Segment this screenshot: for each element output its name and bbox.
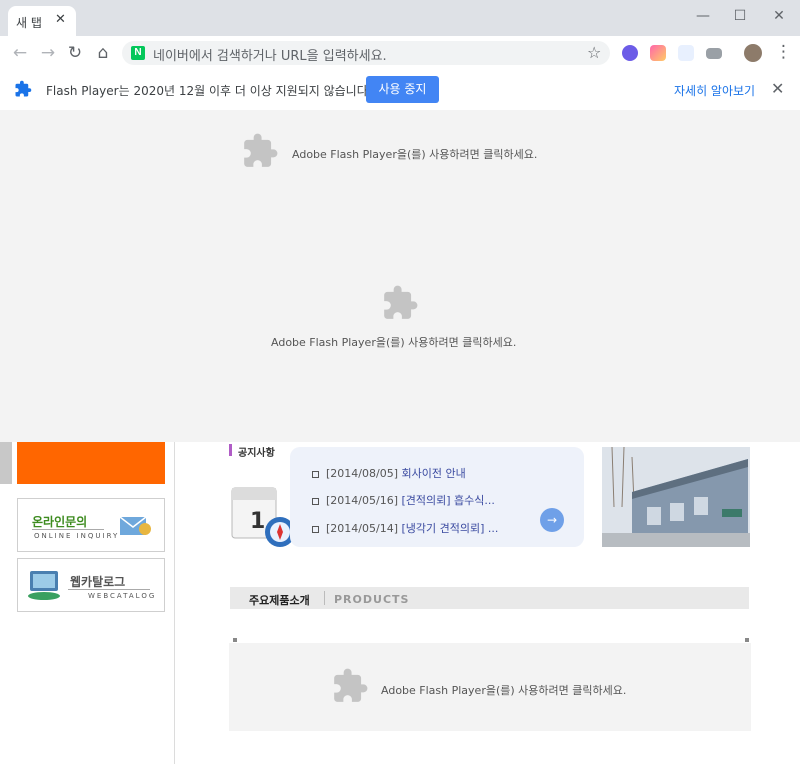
webcatalog-subtitle: WEBCATALOG <box>88 592 157 600</box>
notice-more-arrow-icon[interactable]: → <box>540 508 564 532</box>
divider <box>68 589 150 590</box>
left-gray-strip <box>0 442 12 484</box>
online-inquiry-title: 온라인문의 <box>32 515 88 529</box>
flash-message[interactable]: Adobe Flash Player을(를) 사용하려면 클릭하세요. <box>381 682 626 698</box>
notice-date: [2014/05/14] <box>326 522 398 535</box>
back-icon[interactable]: ← <box>9 42 31 64</box>
webcatalog-title: 웹카탈로그 <box>70 575 126 589</box>
calendar-digit: 1 <box>250 509 265 534</box>
notice-text[interactable]: 회사이전 안내 <box>401 467 465 480</box>
extension-chat-icon[interactable] <box>622 45 638 61</box>
bullet-icon <box>312 497 319 505</box>
corner-mark <box>233 638 237 642</box>
notice-date: [2014/08/05] <box>326 467 398 480</box>
orange-banner <box>17 442 165 484</box>
tab-new-tab[interactable]: 새 탭 ✕ <box>8 6 76 36</box>
products-title-en: PRODUCTS <box>334 593 410 606</box>
reload-icon[interactable]: ↻ <box>64 42 86 64</box>
notice-text[interactable]: [냉각기 견적의뢰] ... <box>401 522 498 535</box>
extension-translate-icon[interactable] <box>678 45 694 61</box>
tab-strip <box>0 0 800 36</box>
bullet-icon <box>312 470 319 478</box>
minimize-button[interactable]: — <box>688 6 718 26</box>
products-title-ko[interactable]: 주요제품소개 <box>249 592 310 608</box>
divider <box>32 529 104 530</box>
plugin-puzzle-icon <box>244 133 278 167</box>
infobar-close-icon[interactable]: ✕ <box>771 79 784 98</box>
column-divider <box>174 442 175 764</box>
plugin-puzzle-icon <box>334 668 368 702</box>
bullet-icon <box>312 525 319 533</box>
notice-item[interactable]: [2014/08/05] 회사이전 안내 <box>312 465 466 481</box>
close-window-button[interactable]: ✕ <box>764 6 794 26</box>
extension-camera-icon[interactable] <box>650 45 666 61</box>
stop-using-button[interactable]: 사용 중지 <box>366 76 439 103</box>
online-inquiry-subtitle: ONLINE INQUIRY <box>34 532 120 540</box>
monitor-icon <box>28 571 60 600</box>
forward-icon[interactable]: → <box>37 42 59 64</box>
flash-message[interactable]: Adobe Flash Player을(를) 사용하려면 클릭하세요. <box>271 334 516 350</box>
tab-title: 새 탭 <box>16 16 42 30</box>
envelope-icon <box>119 516 151 535</box>
bookmark-star-icon[interactable]: ☆ <box>587 43 601 62</box>
omnibox-placeholder[interactable]: 네이버에서 검색하거나 URL을 입력하세요. <box>153 45 387 64</box>
menu-icon[interactable]: ⋮ <box>775 42 792 62</box>
extension-cast-icon[interactable] <box>706 48 722 59</box>
maximize-button[interactable]: ☐ <box>725 6 755 26</box>
notice-title: 공지사항 <box>238 448 275 459</box>
plugin-puzzle-icon <box>384 285 418 319</box>
online-inquiry-button[interactable]: 온라인문의 ONLINE INQUIRY <box>17 498 165 552</box>
webcatalog-button[interactable]: 웹카탈로그 WEBCATALOG <box>17 558 165 612</box>
notice-item[interactable]: [2014/05/16] [견적의뢰] 흡수식... <box>312 492 495 508</box>
notice-date: [2014/05/16] <box>326 494 398 507</box>
home-icon[interactable]: ⌂ <box>92 42 114 64</box>
notice-item[interactable]: [2014/05/14] [냉각기 견적의뢰] ... <box>312 520 498 536</box>
infobar-message: Flash Player는 2020년 12월 이후 더 이상 지원되지 않습니… <box>46 84 372 98</box>
profile-avatar[interactable] <box>744 44 762 62</box>
flash-message[interactable]: Adobe Flash Player을(를) 사용하려면 클릭하세요. <box>292 146 537 162</box>
naver-logo-icon: N <box>131 46 145 60</box>
building-photo <box>602 447 750 547</box>
notice-marker <box>229 444 232 456</box>
corner-mark <box>745 638 749 642</box>
notice-text[interactable]: [견적의뢰] 흡수식... <box>401 494 494 507</box>
learn-more-link[interactable]: 자세히 알아보기 <box>674 82 755 99</box>
puzzle-icon <box>15 80 32 97</box>
tab-close-icon[interactable]: ✕ <box>55 12 66 27</box>
products-divider <box>324 591 325 605</box>
